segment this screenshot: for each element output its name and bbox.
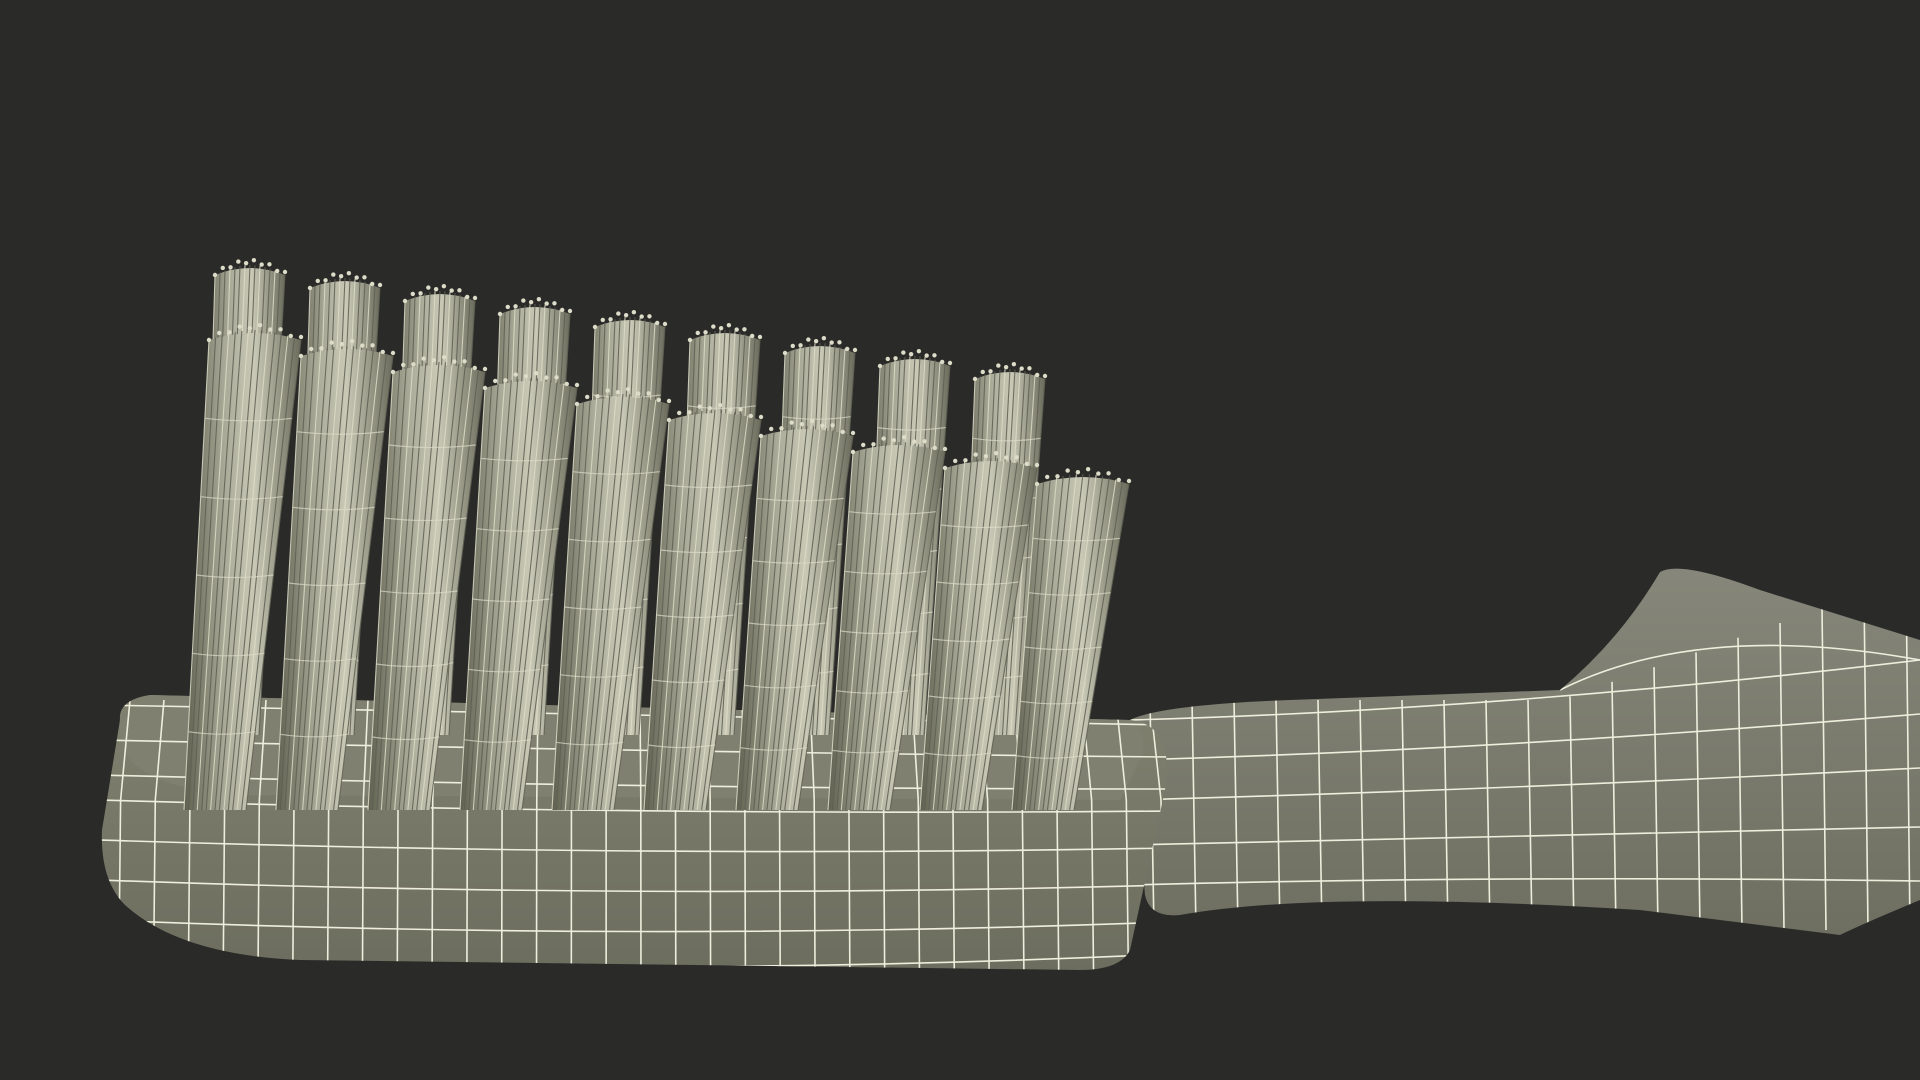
toothbrush-head (101, 695, 1167, 970)
3d-viewport[interactable] (0, 0, 1920, 1080)
toothbrush-wireframe-render (101, 257, 1920, 970)
toothbrush-handle (1130, 568, 1920, 935)
